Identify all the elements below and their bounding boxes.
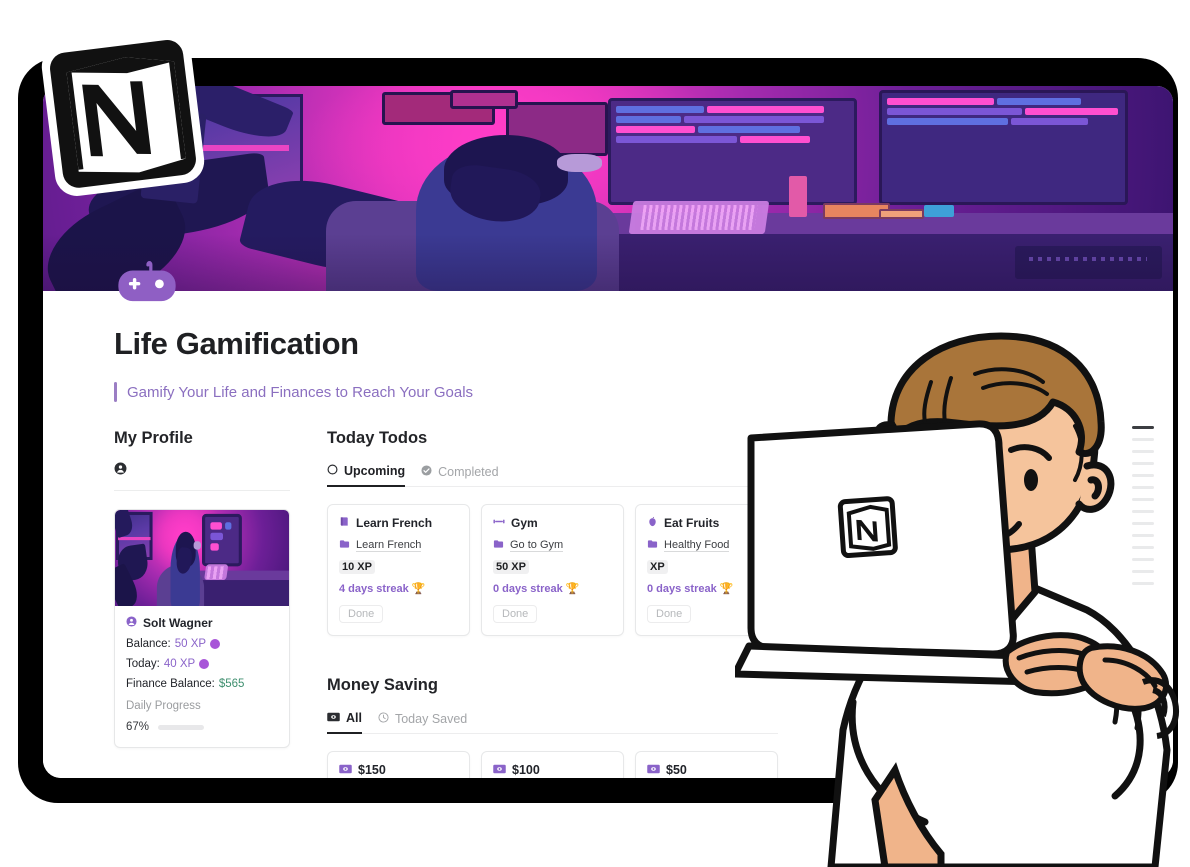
todo-category-row: Learn French	[339, 539, 458, 552]
profile-heading: My Profile	[114, 429, 193, 447]
daily-progress-row: 67%	[126, 721, 278, 733]
profile-balance-row: Balance: 50 XP	[126, 638, 278, 650]
money-amount: $100	[512, 763, 540, 777]
banknote-icon	[493, 763, 506, 777]
todo-xp-row: 10 XP	[339, 560, 458, 574]
page-subtitle: Gamify Your Life and Finances to Reach Y…	[127, 383, 474, 401]
todo-xp: 50 XP	[493, 560, 529, 574]
dumbbell-icon	[493, 516, 505, 530]
finance-value: $565	[218, 678, 245, 690]
todo-category: Go to Gym	[510, 539, 564, 552]
money-saving-section: Money Saving All Today Saved $150 $100 $…	[327, 676, 778, 778]
profile-card-image	[115, 510, 289, 606]
money-amount: $50	[666, 763, 687, 777]
circle-icon	[327, 464, 338, 478]
money-tabs: All Today Saved	[327, 711, 778, 734]
character-illustration	[731, 330, 1190, 867]
banknote-icon	[327, 711, 340, 725]
tab-completed[interactable]: Completed	[421, 464, 499, 486]
todo-card[interactable]: Learn French Learn French 10 XP 4 days s…	[327, 504, 470, 636]
todo-streak: 0 days streak 🏆	[493, 583, 580, 595]
today-label: Today:	[126, 658, 160, 670]
balance-value: 50 XP	[174, 638, 207, 650]
tab-completed-label: Completed	[438, 464, 499, 479]
banknote-icon	[647, 763, 660, 777]
folder-icon	[493, 539, 504, 552]
tab-all-label: All	[346, 711, 362, 725]
todo-category-row: Go to Gym	[493, 539, 612, 552]
today-todos-section: Today Todos Upcoming Completed Learn Fre…	[327, 429, 778, 636]
progress-percent: 67%	[126, 721, 150, 733]
clock-icon	[378, 711, 389, 726]
notion-logo	[22, 22, 222, 207]
banknote-icon	[339, 763, 352, 777]
money-card-grid: $150 Save	[327, 751, 778, 778]
progress-bar	[158, 724, 205, 730]
money-card[interactable]: $150 Save	[327, 751, 470, 778]
daily-progress-label: Daily Progress	[126, 700, 201, 712]
xp-dot-icon	[210, 639, 221, 649]
done-button[interactable]: Done	[339, 605, 384, 623]
profile-finance-row: Finance Balance: $565	[126, 678, 278, 690]
user-avatar-icon	[126, 616, 137, 630]
gamepad-icon[interactable]	[116, 261, 178, 303]
tab-upcoming[interactable]: Upcoming	[327, 464, 406, 487]
screenshot-root: Life Gamification Gamify Your Life and F…	[0, 0, 1190, 867]
money-card[interactable]: $100 Save	[481, 751, 624, 778]
money-amount: $150	[358, 763, 386, 777]
todo-category: Healthy Food	[664, 539, 730, 552]
todos-tabs: Upcoming Completed	[327, 464, 778, 487]
profile-icon-row	[114, 462, 290, 491]
profile-today-row: Today: 40 XP	[126, 658, 278, 670]
account-circle-icon[interactable]	[114, 462, 290, 480]
callout-bar	[114, 382, 117, 402]
todo-xp: XP	[647, 560, 668, 574]
money-heading: Money Saving	[327, 676, 438, 694]
todo-title: Learn French	[356, 516, 433, 530]
done-button[interactable]: Done	[647, 605, 692, 623]
money-amount-row: $100	[493, 763, 612, 777]
check-circle-icon	[421, 464, 432, 479]
book-icon	[339, 516, 350, 530]
today-value: 40 XP	[163, 658, 196, 670]
main-column: Today Todos Upcoming Completed Learn Fre…	[327, 429, 778, 778]
todo-streak: 4 days streak 🏆	[339, 583, 426, 595]
todo-title-row: Learn French	[339, 516, 458, 530]
todo-title: Gym	[511, 516, 538, 530]
profile-name: Solt Wagner	[143, 616, 213, 630]
todo-title: Eat Fruits	[664, 516, 720, 530]
todo-xp: 10 XP	[339, 560, 375, 574]
tab-today-saved[interactable]: Today Saved	[378, 712, 467, 733]
todo-card-grid: Learn French Learn French 10 XP 4 days s…	[327, 504, 778, 636]
todo-category: Learn French	[356, 539, 422, 552]
todos-heading: Today Todos	[327, 429, 428, 447]
tab-today-saved-label: Today Saved	[394, 711, 468, 726]
tab-all[interactable]: All	[327, 711, 362, 734]
todo-xp-row: 50 XP	[493, 560, 612, 574]
profile-name-row: Solt Wagner	[126, 616, 278, 630]
todo-card[interactable]: Gym Go to Gym 50 XP 0 days streak 🏆 Done	[481, 504, 624, 636]
xp-dot-icon	[199, 659, 210, 669]
done-button[interactable]: Done	[493, 605, 538, 623]
balance-label: Balance:	[126, 638, 171, 650]
finance-label: Finance Balance:	[126, 678, 215, 690]
profile-card[interactable]: Solt Wagner Balance: 50 XP Today: 40 XP	[114, 509, 290, 748]
profile-column: My Profile Solt Wagner Balance: 50 XP To…	[114, 429, 290, 778]
todo-title-row: Gym	[493, 516, 612, 530]
money-amount-row: $150	[339, 763, 458, 777]
folder-icon	[339, 539, 350, 552]
apple-icon	[647, 516, 658, 530]
tab-upcoming-label: Upcoming	[344, 464, 406, 478]
folder-icon	[647, 539, 658, 552]
